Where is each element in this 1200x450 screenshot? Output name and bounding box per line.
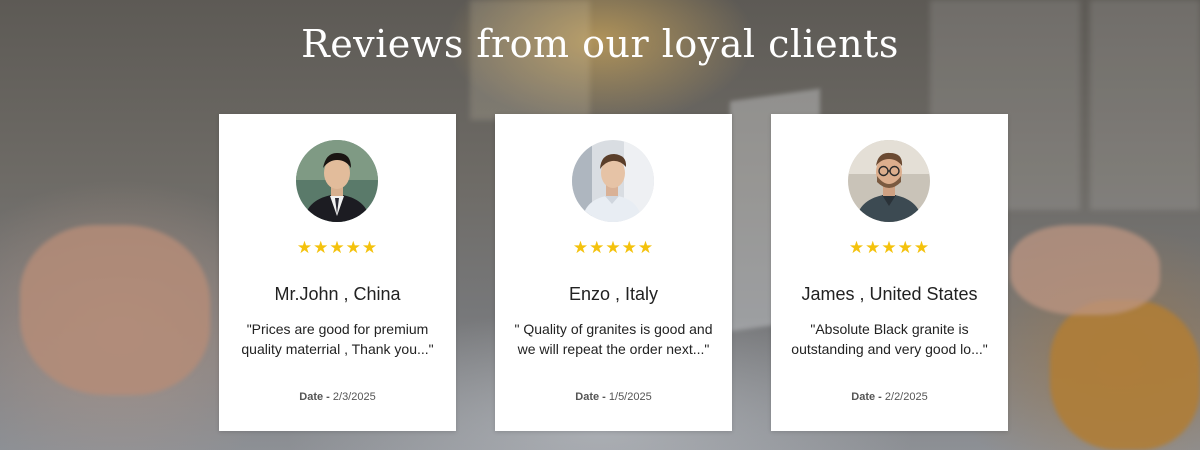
background-hands-right [1050, 300, 1200, 450]
background-hands-left [20, 225, 210, 395]
review-card: ★★★★★ James , United States "Absolute Bl… [771, 114, 1008, 431]
reviewer-name: Enzo , Italy [568, 284, 659, 304]
review-date: Date - 2/3/2025 [219, 391, 456, 403]
person-suit-avatar-icon [296, 140, 378, 222]
reviewer-name: James , United States [801, 284, 978, 304]
reviewer-name: Mr.John , China [274, 284, 401, 304]
rating-stars: ★★★★★ [572, 238, 655, 258]
background-hand-right-skin [1010, 225, 1160, 315]
date-value: 1/5/2025 [608, 391, 652, 403]
rating-stars: ★★★★★ [296, 238, 379, 258]
review-date: Date - 2/2/2025 [771, 391, 1008, 403]
section-title: Reviews from our loyal clients [301, 22, 899, 66]
rating-stars: ★★★★★ [848, 238, 931, 258]
review-card: ★★★★★ Enzo , Italy " Quality of granites… [495, 114, 732, 431]
review-quote: " Quality of granites is good and we wil… [514, 321, 713, 357]
review-quote: "Absolute Black granite is outstanding a… [791, 321, 988, 357]
reviews-section: Reviews from our loyal clients ★★★★★ Mr.… [0, 0, 1200, 450]
review-date: Date - 1/5/2025 [495, 391, 732, 403]
date-label: Date - [851, 391, 882, 403]
date-label: Date - [299, 391, 330, 403]
person-shirt-avatar-icon [572, 140, 654, 222]
date-value: 2/2/2025 [884, 391, 928, 403]
date-label: Date - [575, 391, 606, 403]
review-card: ★★★★★ Mr.John , China "Prices are good f… [219, 114, 456, 431]
date-value: 2/3/2025 [332, 391, 376, 403]
review-quote: "Prices are good for premium quality mat… [241, 321, 434, 357]
person-glasses-avatar-icon [848, 140, 930, 222]
